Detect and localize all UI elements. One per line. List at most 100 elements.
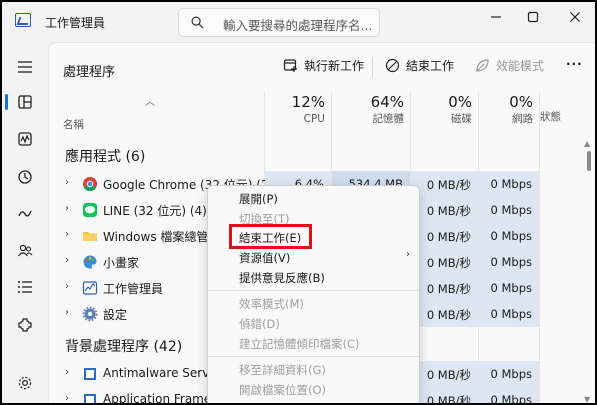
memory-label: 記憶體 xyxy=(372,113,405,125)
startup-icon xyxy=(18,210,32,217)
network-cell: 0 Mbps xyxy=(479,387,539,403)
shield-app-icon xyxy=(84,368,96,380)
task-manager-app-icon xyxy=(15,13,31,27)
menu-item-open-location[interactable]: 開啟檔案位置(O) xyxy=(239,382,326,398)
column-disk[interactable]: 0% 磁碟 xyxy=(411,93,472,137)
end-task-label: 結束工作 xyxy=(406,59,455,73)
network-cell: 0 Mbps xyxy=(479,197,539,223)
column-network[interactable]: 0% 網路 xyxy=(479,93,533,137)
memory-total: 64% xyxy=(370,93,404,111)
disk-cell: 0 MB/秒 xyxy=(411,275,478,301)
nav-details[interactable] xyxy=(12,275,38,299)
history-icon xyxy=(18,170,32,184)
maximize-button[interactable] xyxy=(521,8,545,26)
nav-app-history[interactable] xyxy=(12,165,38,189)
minimize-button[interactable] xyxy=(484,8,508,26)
folder-icon xyxy=(83,232,97,241)
title-bar: 工作管理員 輸入要搜尋的處理程序名... xyxy=(2,2,595,42)
nav-processes[interactable] xyxy=(12,90,38,114)
more-options-button[interactable]: ··· xyxy=(566,57,583,71)
nav-startup-apps[interactable] xyxy=(12,202,38,226)
page-title: 處理程序 xyxy=(63,65,116,80)
end-task-icon xyxy=(385,58,400,73)
group-apps: 應用程式 (6) xyxy=(65,149,146,165)
line-icon xyxy=(83,203,97,217)
toolbar-separator xyxy=(372,57,373,77)
scrollbar-thumb[interactable] xyxy=(587,151,591,171)
menu-item-debug[interactable]: 偵錯(D) xyxy=(239,316,280,332)
column-memory[interactable]: 64% 記憶體 xyxy=(332,93,404,137)
context-menu: 展開(P) 切換至(T) 結束工作(E) 資源值(V) › 提供意見反應(B) … xyxy=(207,185,420,403)
process-name: Application Frame H xyxy=(103,392,225,405)
highlight-box xyxy=(229,224,312,249)
disk-cell: 0 MB/秒 xyxy=(411,361,478,387)
run-new-task-icon xyxy=(283,59,297,72)
close-button[interactable] xyxy=(563,8,587,26)
maximize-icon xyxy=(527,11,539,23)
sort-caret-icon: ︿ xyxy=(145,97,155,108)
process-name: Windows 檔案總管 xyxy=(103,230,209,244)
expand-chevron-icon[interactable]: › xyxy=(65,367,69,378)
more-options-label: ··· xyxy=(566,57,583,71)
group-background: 背景處理程序 (42) xyxy=(65,339,183,355)
gear-icon xyxy=(18,376,32,390)
expand-chevron-icon[interactable]: › xyxy=(65,177,69,188)
expand-chevron-icon[interactable]: › xyxy=(65,255,69,266)
run-new-task-label: 執行新工作 xyxy=(304,59,365,73)
nav-performance[interactable] xyxy=(12,127,38,151)
network-cell: 0 Mbps xyxy=(479,361,539,387)
network-cell: 0 Mbps xyxy=(479,171,539,197)
hamburger-icon xyxy=(18,61,32,73)
network-total: 0% xyxy=(509,93,533,111)
minimize-icon xyxy=(491,16,501,18)
hamburger-menu-button[interactable] xyxy=(12,55,38,79)
disk-label: 磁碟 xyxy=(451,113,472,125)
submenu-chevron-icon: › xyxy=(406,249,410,260)
menu-item-create-dump[interactable]: 建立記憶體傾印檔案(C) xyxy=(239,336,360,352)
menu-divider xyxy=(208,356,419,357)
efficiency-mode-label: 效能模式 xyxy=(496,59,545,73)
disk-cell: 0 MB/秒 xyxy=(411,387,478,403)
task-manager-window: 工作管理員 輸入要搜尋的處理程序名... 處理程序 執行新工作 結束工作 效能模… xyxy=(0,0,597,405)
efficiency-mode-button[interactable]: 效能模式 xyxy=(475,57,544,74)
run-new-task-button[interactable]: 執行新工作 xyxy=(283,57,364,74)
nav-settings[interactable] xyxy=(12,371,38,395)
expand-chevron-icon[interactable]: › xyxy=(65,203,69,214)
expand-chevron-icon[interactable]: › xyxy=(65,393,69,403)
nav-active-indicator xyxy=(5,94,8,110)
cpu-label: CPU xyxy=(303,113,325,125)
process-name: 小畫家 xyxy=(103,256,140,270)
scroll-up-icon[interactable]: ▲ xyxy=(584,139,590,148)
menu-item-expand[interactable]: 展開(P) xyxy=(239,191,278,207)
column-name[interactable]: 名稱 xyxy=(63,117,84,132)
menu-item-feedback[interactable]: 提供意見反應(B) xyxy=(239,270,325,286)
disk-cell: 0 MB/秒 xyxy=(411,223,478,249)
status-label: 狀態 xyxy=(540,111,561,123)
column-status[interactable]: 狀態 xyxy=(540,109,566,153)
cpu-total: 12% xyxy=(291,93,325,111)
nav-users[interactable] xyxy=(12,239,38,263)
users-icon xyxy=(18,244,33,257)
menu-item-resource-values[interactable]: 資源值(V) xyxy=(239,250,290,266)
menu-item-go-to-details[interactable]: 移至詳細資料(G) xyxy=(239,362,326,378)
disk-total: 0% xyxy=(448,93,472,111)
settings-icon xyxy=(82,306,98,322)
network-cell: 0 Mbps xyxy=(479,249,539,275)
process-name: 工作管理員 xyxy=(103,282,164,296)
process-name: 設定 xyxy=(103,308,128,322)
expand-chevron-icon[interactable]: › xyxy=(65,281,69,292)
menu-divider xyxy=(208,290,419,291)
process-name: LINE (32 位元) (4) xyxy=(103,204,207,218)
expand-chevron-icon[interactable]: › xyxy=(65,229,69,240)
nav-services[interactable] xyxy=(12,313,38,337)
network-cell: 0 Mbps xyxy=(479,301,539,327)
end-task-button[interactable]: 結束工作 xyxy=(385,57,454,74)
processes-icon xyxy=(18,95,32,109)
expand-chevron-icon[interactable]: › xyxy=(65,307,69,318)
menu-item-efficiency-mode[interactable]: 效率模式(M) xyxy=(239,296,304,312)
disk-cell: 0 MB/秒 xyxy=(411,171,478,197)
services-icon xyxy=(18,318,32,332)
column-cpu[interactable]: 12% CPU xyxy=(265,93,325,137)
search-input[interactable]: 輸入要搜尋的處理程序名... xyxy=(178,8,380,37)
disk-cell: 0 MB/秒 xyxy=(411,197,478,223)
